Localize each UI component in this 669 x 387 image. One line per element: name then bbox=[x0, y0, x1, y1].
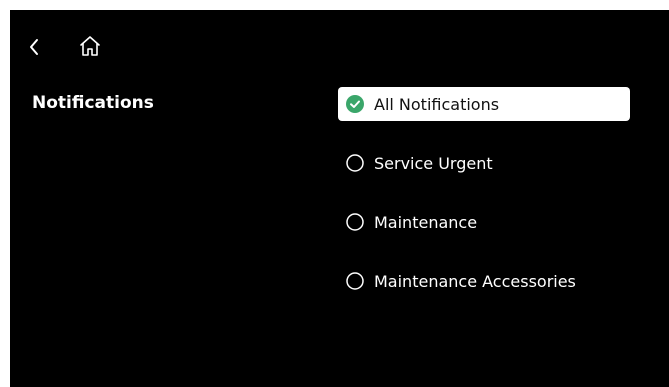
option-label: Service Urgent bbox=[374, 153, 493, 173]
option-maintenance-accessories[interactable]: Maintenance Accessories bbox=[338, 264, 630, 298]
option-label: Maintenance bbox=[374, 212, 478, 232]
option-label: All Notifications bbox=[374, 94, 500, 114]
radio-empty-icon bbox=[346, 213, 364, 231]
screen: Notifications All Notifications Service … bbox=[10, 10, 669, 387]
chevron-left-icon bbox=[30, 39, 38, 55]
option-maintenance[interactable]: Maintenance bbox=[338, 205, 630, 239]
section-title: Notifications bbox=[32, 93, 154, 113]
radio-empty-icon bbox=[346, 272, 364, 290]
option-all-notifications[interactable]: All Notifications bbox=[338, 87, 630, 121]
back-button[interactable] bbox=[24, 35, 44, 59]
notification-options: All Notifications Service Urgent Mainten… bbox=[338, 87, 630, 323]
check-circle-icon bbox=[346, 95, 364, 113]
home-icon bbox=[80, 36, 100, 56]
radio-empty-icon bbox=[346, 154, 364, 172]
option-service-urgent[interactable]: Service Urgent bbox=[338, 146, 630, 180]
home-button[interactable] bbox=[76, 32, 104, 60]
option-label: Maintenance Accessories bbox=[374, 271, 576, 291]
